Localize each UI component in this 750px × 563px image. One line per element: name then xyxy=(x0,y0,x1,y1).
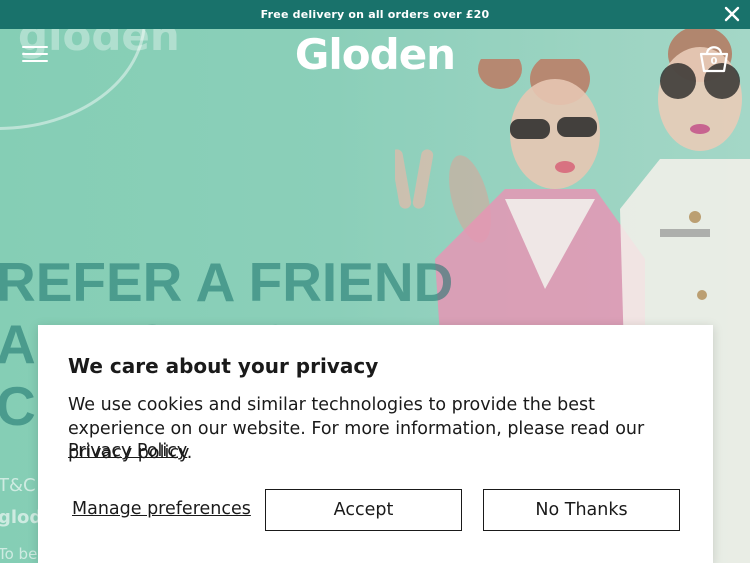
manage-preferences-link[interactable]: Manage preferences xyxy=(72,499,251,519)
cookie-dialog-title: We care about your privacy xyxy=(68,354,379,378)
no-thanks-button[interactable]: No Thanks xyxy=(483,489,680,531)
privacy-policy-link[interactable]: Privacy Policy xyxy=(68,441,187,461)
accept-button[interactable]: Accept xyxy=(265,489,462,531)
cookie-consent-dialog: We care about your privacy We use cookie… xyxy=(38,325,713,563)
